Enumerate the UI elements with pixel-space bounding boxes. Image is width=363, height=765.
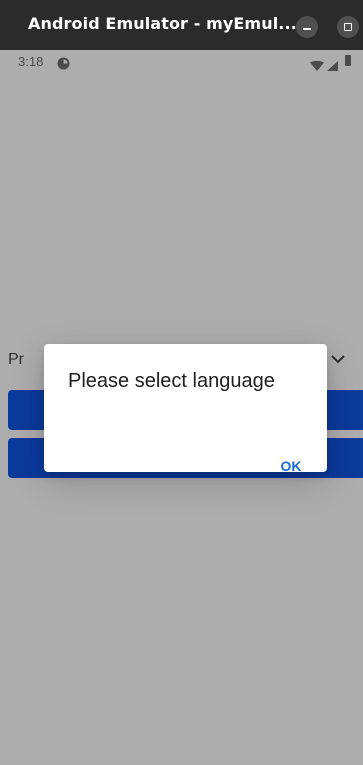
status-time: 3:18	[18, 54, 44, 69]
minimize-button[interactable]	[296, 16, 318, 38]
window-title: Android Emulator - myEmul...	[28, 14, 297, 33]
maximize-icon	[344, 23, 352, 31]
wifi-icon	[310, 56, 324, 75]
status-bar: 3:18	[0, 50, 363, 74]
signal-icon	[327, 56, 338, 75]
battery-icon	[345, 55, 351, 66]
minimize-icon	[303, 28, 311, 30]
app-notification-icon	[57, 55, 70, 74]
maximize-button[interactable]	[337, 16, 359, 38]
language-dialog: Please select language OK	[44, 344, 327, 474]
emulator-window: Android Emulator - myEmul... 3:18 Pr Ple…	[0, 0, 363, 765]
chevron-down-icon	[330, 350, 346, 369]
dialog-actions: OK	[44, 398, 327, 474]
emulator-title-bar: Android Emulator - myEmul...	[0, 0, 363, 50]
dropdown-label: Pr	[8, 351, 24, 368]
dialog-title: Please select language	[68, 370, 275, 392]
ok-button[interactable]: OK	[267, 448, 315, 484]
